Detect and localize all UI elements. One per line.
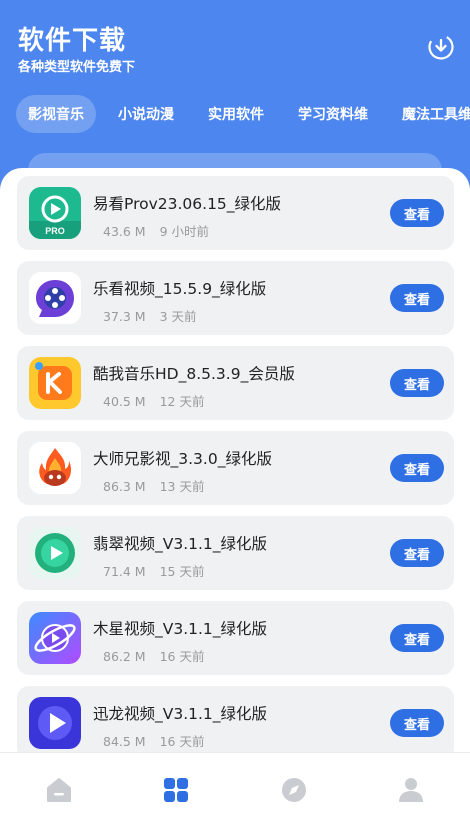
tab-utility-software[interactable]: 实用软件: [196, 95, 276, 133]
app-size: 86.3 M: [103, 479, 146, 494]
app-size: 37.3 M: [103, 309, 146, 324]
kuwo-music-icon: [29, 357, 81, 409]
apps-grid-icon: [162, 776, 190, 804]
tab-novel-anime[interactable]: 小说动漫: [106, 95, 186, 133]
page-title: 软件下载: [18, 20, 126, 57]
list-item[interactable]: 木星视频_V3.1.1_绿化版 86.2 M 16 天前 查看: [17, 601, 454, 675]
app-list-sheet: PRO 易看Prov23.06.15_绿化版 43.6 M 9 小时前 查看: [0, 168, 470, 768]
bottom-nav: [0, 752, 470, 826]
app-name: 乐看视频_15.5.9_绿化版: [93, 277, 266, 299]
planet-icon: [29, 612, 81, 664]
app-updated-time: 9 小时前: [160, 224, 209, 239]
list-item[interactable]: 翡翠视频_V3.1.1_绿化版 71.4 M 15 天前 查看: [17, 516, 454, 590]
app-meta: 86.2 M 16 天前: [103, 646, 204, 665]
app-list: PRO 易看Prov23.06.15_绿化版 43.6 M 9 小时前 查看: [17, 176, 454, 768]
app-updated-time: 3 天前: [160, 309, 197, 324]
app-name: 迅龙视频_V3.1.1_绿化版: [93, 702, 267, 724]
tab-video-music[interactable]: 影视音乐: [16, 95, 96, 133]
app-size: 43.6 M: [103, 224, 146, 239]
app-updated-time: 16 天前: [160, 734, 205, 749]
download-button[interactable]: [426, 32, 456, 62]
app-updated-time: 13 天前: [160, 479, 205, 494]
compass-icon: [280, 776, 308, 804]
view-button[interactable]: 查看: [390, 369, 444, 397]
view-button[interactable]: 查看: [390, 284, 444, 312]
app-meta: 40.5 M 12 天前: [103, 391, 204, 410]
app-name: 易看Prov23.06.15_绿化版: [93, 192, 281, 214]
list-item[interactable]: 酷我音乐HD_8.5.3.9_会员版 40.5 M 12 天前 查看: [17, 346, 454, 420]
fire-monkey-icon: [29, 442, 81, 494]
tab-magic-tools[interactable]: 魔法工具维: [390, 95, 470, 133]
app-updated-time: 16 天前: [160, 649, 205, 664]
list-item[interactable]: 迅龙视频_V3.1.1_绿化版 84.5 M 16 天前 查看: [17, 686, 454, 760]
app-meta: 86.3 M 13 天前: [103, 476, 204, 495]
view-button[interactable]: 查看: [390, 709, 444, 737]
app-meta: 37.3 M 3 天前: [103, 306, 197, 325]
app-name: 大师兄影视_3.3.0_绿化版: [93, 447, 272, 469]
app-size: 40.5 M: [103, 394, 146, 409]
app-updated-time: 12 天前: [160, 394, 205, 409]
play-triangle-icon: [29, 697, 81, 749]
app-meta: 71.4 M 15 天前: [103, 561, 204, 580]
home-icon: [45, 776, 73, 804]
nav-apps[interactable]: [118, 753, 236, 826]
page-subtitle: 各种类型软件免费下: [18, 56, 135, 75]
list-item[interactable]: 大师兄影视_3.3.0_绿化版 86.3 M 13 天前 查看: [17, 431, 454, 505]
app-size: 86.2 M: [103, 649, 146, 664]
app-name: 酷我音乐HD_8.5.3.9_会员版: [93, 362, 295, 384]
view-button[interactable]: 查看: [390, 454, 444, 482]
nav-discover[interactable]: [235, 753, 353, 826]
app-size: 71.4 M: [103, 564, 146, 579]
app-name: 翡翠视频_V3.1.1_绿化版: [93, 532, 267, 554]
app-updated-time: 15 天前: [160, 564, 205, 579]
download-icon: [427, 33, 455, 61]
view-button[interactable]: 查看: [390, 539, 444, 567]
view-button[interactable]: 查看: [390, 199, 444, 227]
app-meta: 43.6 M 9 小时前: [103, 221, 209, 240]
nav-home[interactable]: [0, 753, 118, 826]
nav-profile[interactable]: [353, 753, 470, 826]
category-tabs: 影视音乐 小说动漫 实用软件 学习资料维 魔法工具维: [16, 94, 470, 134]
play-circle-icon: [29, 527, 81, 579]
user-icon: [397, 776, 425, 804]
view-button[interactable]: 查看: [390, 624, 444, 652]
list-item[interactable]: PRO 易看Prov23.06.15_绿化版 43.6 M 9 小时前 查看: [17, 176, 454, 250]
film-reel-icon: [29, 272, 81, 324]
tab-study-materials[interactable]: 学习资料维: [286, 95, 380, 133]
svg-text:PRO: PRO: [45, 226, 65, 236]
app-meta: 84.5 M 16 天前: [103, 731, 204, 750]
app-size: 84.5 M: [103, 734, 146, 749]
app-name: 木星视频_V3.1.1_绿化版: [93, 617, 267, 639]
list-item[interactable]: 乐看视频_15.5.9_绿化版 37.3 M 3 天前 查看: [17, 261, 454, 335]
play-pro-icon: PRO: [29, 187, 81, 239]
